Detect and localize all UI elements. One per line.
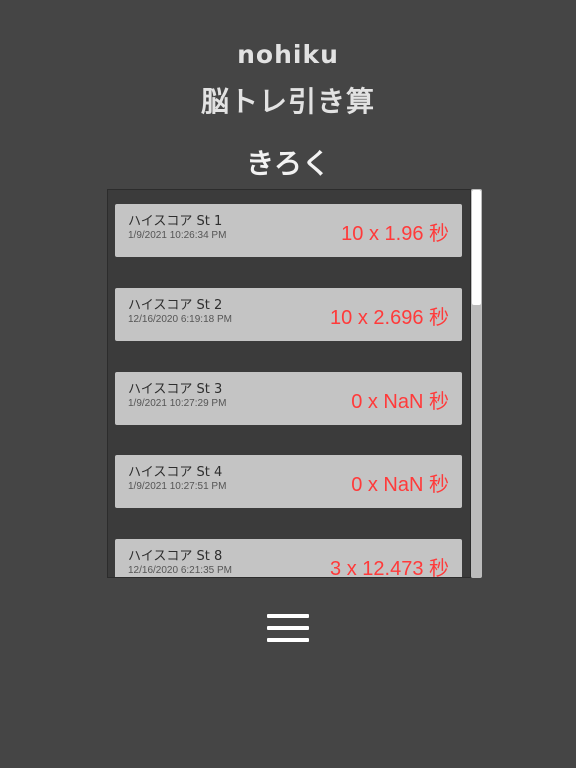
scrollbar-thumb[interactable] [472, 190, 481, 305]
record-name: ハイスコア St 2 [128, 298, 223, 313]
record-date: 1/9/2021 10:27:29 PM [128, 398, 227, 409]
vertical-scrollbar[interactable] [471, 189, 482, 578]
record-name: ハイスコア St 1 [128, 214, 223, 229]
record-row-4[interactable]: ハイスコア St 4 1/9/2021 10:27:51 PM 0 x NaN … [115, 455, 462, 508]
record-score: 3 x 12.473 秒 [330, 558, 449, 578]
record-row-5[interactable]: ハイスコア St 8 12/16/2020 6:21:35 PM 3 x 12.… [115, 539, 462, 578]
record-row-2[interactable]: ハイスコア St 2 12/16/2020 6:19:18 PM 10 x 2.… [115, 288, 462, 341]
app-title: 脳トレ引き算 [200, 85, 375, 118]
record-row-1[interactable]: ハイスコア St 1 1/9/2021 10:26:34 PM 10 x 1.9… [115, 204, 462, 257]
menu-button[interactable] [262, 606, 314, 650]
record-date: 12/16/2020 6:19:18 PM [128, 314, 232, 325]
brand-name: nohiku [237, 40, 339, 69]
record-date: 1/9/2021 10:27:51 PM [128, 481, 227, 492]
record-score: 0 x NaN 秒 [351, 391, 449, 413]
record-list[interactable]: ハイスコア St 1 1/9/2021 10:26:34 PM 10 x 1.9… [107, 189, 471, 578]
record-score: 10 x 1.96 秒 [341, 223, 449, 245]
record-name: ハイスコア St 8 [128, 549, 223, 564]
record-name: ハイスコア St 4 [128, 465, 223, 480]
record-score: 0 x NaN 秒 [351, 474, 449, 496]
section-title: きろく [245, 147, 330, 180]
record-score: 10 x 2.696 秒 [330, 307, 449, 329]
record-name: ハイスコア St 3 [128, 382, 223, 397]
record-date: 1/9/2021 10:26:34 PM [128, 230, 227, 241]
record-date: 12/16/2020 6:21:35 PM [128, 565, 232, 576]
record-row-3[interactable]: ハイスコア St 3 1/9/2021 10:27:29 PM 0 x NaN … [115, 372, 462, 425]
